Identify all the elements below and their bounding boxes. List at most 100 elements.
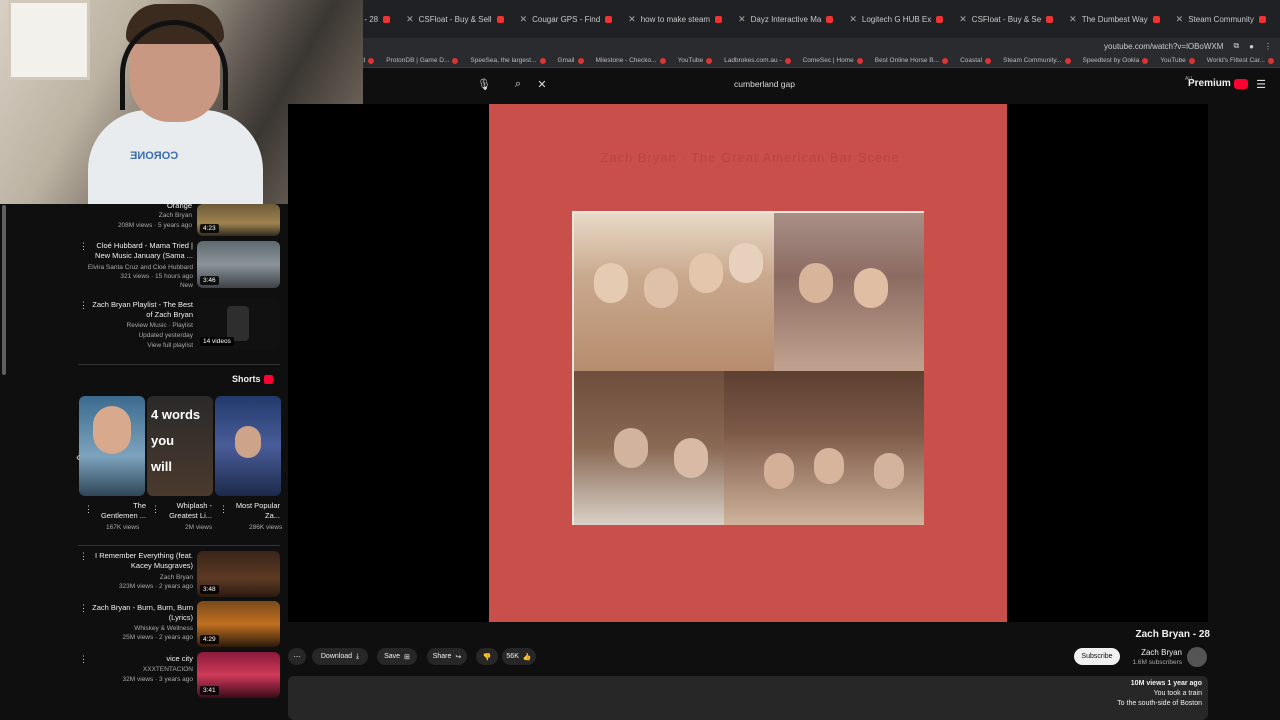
short-title[interactable]: Most Popular Za... bbox=[230, 501, 280, 521]
video-thumbnail[interactable]: 3:46 bbox=[197, 241, 280, 288]
more-options-icon[interactable]: ⋮ bbox=[84, 504, 93, 515]
close-tab-icon[interactable]: ✕ bbox=[1069, 14, 1077, 25]
search-input[interactable]: cumberland gap bbox=[565, 75, 805, 93]
close-tab-icon[interactable]: ✕ bbox=[406, 14, 414, 25]
tab-label: Dayz Interactive Ma bbox=[750, 14, 822, 24]
playlist-thumbnail[interactable]: 14 videos bbox=[197, 298, 280, 349]
channel-name[interactable]: Zach Bryan bbox=[100, 211, 192, 220]
bookmark-favicon-icon bbox=[1142, 57, 1149, 64]
subscribe-button[interactable]: Subscribe bbox=[1074, 648, 1120, 665]
bookmark-item[interactable]: ProtonDB | Game D... bbox=[386, 57, 459, 64]
more-options-icon[interactable]: ⋮ bbox=[219, 504, 228, 515]
channel-name[interactable]: XXXTENTACION bbox=[92, 665, 193, 674]
channel-name[interactable]: Review Music · Playlist bbox=[92, 321, 193, 330]
video-title[interactable]: vice city bbox=[92, 654, 193, 664]
extensions-icon[interactable]: ⧉ bbox=[1233, 41, 1239, 51]
close-tab-icon[interactable]: ✕ bbox=[1176, 14, 1184, 25]
browser-tab-bar: Steam Community ✕ The Dumbest Way ✕ CSFloat … bbox=[363, 0, 1280, 38]
close-tab-icon[interactable]: ✕ bbox=[628, 14, 636, 25]
playlist-title[interactable]: Zach Bryan Playlist - The Best of Zach B… bbox=[92, 300, 193, 320]
close-tab-icon[interactable]: ✕ bbox=[849, 14, 857, 25]
browser-tab[interactable]: The Dumbest Way ✕ bbox=[1063, 7, 1166, 31]
bookmark-label: YouTube bbox=[677, 57, 704, 64]
bookmark-label: Ladbrokes.com.au - bbox=[724, 57, 782, 64]
short-thumbnail[interactable] bbox=[79, 396, 145, 496]
short-thumbnail[interactable] bbox=[215, 396, 281, 496]
video-meta: 208M views · 5 years ago bbox=[117, 222, 192, 229]
browser-tab[interactable]: how to make steam ✕ bbox=[622, 7, 728, 31]
bookmark-item[interactable]: Gmail bbox=[558, 57, 584, 64]
video-title[interactable]: I Remember Everything (feat. Kacey Musgr… bbox=[92, 551, 193, 571]
close-tab-icon[interactable]: ✕ bbox=[959, 14, 967, 25]
search-icon[interactable]: ⌕ bbox=[511, 77, 525, 91]
browser-tab[interactable]: CSFloat - Buy & Sell ✕ bbox=[400, 7, 509, 31]
bookmark-favicon-icon bbox=[659, 57, 666, 64]
address-text[interactable]: youtube.com/watch?v=lOBoWXM bbox=[1104, 42, 1223, 51]
close-tab-icon[interactable]: ✕ bbox=[738, 14, 746, 25]
browser-tab[interactable]: CSFloat - Buy & Se ✕ bbox=[953, 7, 1059, 31]
bookmark-item[interactable]: Coastal bbox=[960, 57, 992, 64]
more-actions-button[interactable]: ⋯ bbox=[288, 648, 306, 665]
video-thumbnail[interactable]: 4:23 bbox=[197, 204, 280, 236]
channel-name[interactable]: Zach Bryan bbox=[92, 573, 193, 582]
video-title[interactable]: Orange bbox=[100, 201, 192, 211]
tab-favicon-icon bbox=[383, 15, 391, 23]
video-title[interactable]: Zach Bryan - Burn, Burn, Burn (Lyrics) bbox=[92, 603, 193, 623]
tab-label: Logitech G HUB Ex bbox=[861, 14, 932, 24]
like-button[interactable]: 56K 👍 bbox=[502, 648, 536, 665]
channel-name[interactable]: Elvira Santa Cruz and Cloé Hubbard bbox=[86, 263, 193, 272]
more-options-icon[interactable]: ⋮ bbox=[151, 504, 160, 515]
bookmark-item[interactable]: Best Online Horse B... bbox=[875, 57, 949, 64]
browser-tab[interactable]: Dayz Interactive Ma ✕ bbox=[732, 7, 839, 31]
save-button[interactable]: Save ⊞ bbox=[377, 648, 417, 665]
hamburger-menu-icon[interactable]: ☰ bbox=[1254, 77, 1268, 91]
browser-tab[interactable]: Logitech G HUB Ex ✕ bbox=[843, 7, 949, 31]
duration-badge: 3:46 bbox=[200, 276, 219, 285]
browser-tab[interactable]: Steam Community ✕ bbox=[1170, 7, 1272, 31]
browser-tab[interactable]: Cougar GPS - Find ✕ bbox=[514, 7, 619, 31]
more-options-icon[interactable]: ⋮ bbox=[79, 300, 88, 311]
bookmark-item[interactable]: Milestone - Checko... bbox=[596, 57, 666, 64]
short-title[interactable]: Whiplash - Greatest Li... bbox=[162, 501, 212, 521]
channel-name-main[interactable]: Zach Bryan bbox=[1134, 648, 1182, 657]
bookmark-item[interactable]: YouTube bbox=[1160, 57, 1195, 64]
scrollbar-thumb[interactable] bbox=[2, 205, 6, 375]
bookmark-item[interactable]: Steam Community... bbox=[1003, 57, 1071, 64]
browser-tab[interactable]: Zach Bryan - 28✕ bbox=[363, 7, 396, 31]
bookmark-item[interactable]: SpeeSea, the largest... bbox=[470, 57, 546, 64]
more-options-icon[interactable]: ⋮ bbox=[79, 551, 88, 562]
close-tab-icon[interactable]: ✕ bbox=[520, 14, 528, 25]
short-thumbnail[interactable]: 4 words you will bbox=[147, 396, 213, 496]
more-options-icon[interactable]: ⋮ bbox=[79, 241, 88, 252]
bookmark-item[interactable]: YouTube bbox=[678, 57, 713, 64]
channel-avatar[interactable] bbox=[1187, 647, 1207, 667]
tab-favicon-icon bbox=[826, 15, 834, 23]
youtube-premium-logo[interactable]: Premium bbox=[1188, 78, 1248, 89]
microphone-icon[interactable]: 🎙 bbox=[477, 77, 491, 91]
video-thumbnail[interactable]: 4:29 bbox=[197, 601, 280, 647]
bookmark-item[interactable]: Ladbrokes.com.au - bbox=[724, 57, 791, 64]
description-box[interactable] bbox=[288, 676, 1208, 720]
browser-address-bar[interactable]: ⋮ ● ⧉ youtube.com/watch?v=lOBoWXM bbox=[363, 38, 1280, 54]
bookmark-item[interactable]: World's Fittest Car... bbox=[1207, 57, 1274, 64]
dislike-button[interactable]: 👎 bbox=[476, 648, 498, 665]
profile-icon[interactable]: ● bbox=[1249, 42, 1254, 51]
more-options-icon[interactable]: ⋮ bbox=[79, 654, 88, 665]
bookmark-item[interactable]: ComeSec | Home bbox=[803, 57, 863, 64]
short-title[interactable]: The Gentlemen ... bbox=[98, 501, 146, 521]
bookmark-item[interactable]: Dashboard bbox=[363, 57, 375, 64]
more-options-icon[interactable]: ⋮ bbox=[79, 603, 88, 614]
video-title[interactable]: Cloé Hubbard - Mama Tried | New Music Ja… bbox=[92, 241, 193, 261]
bookmark-item[interactable]: Speedtest by Ookla bbox=[1083, 57, 1149, 64]
video-thumbnail[interactable]: 3:41 bbox=[197, 652, 280, 698]
video-title-main: Zach Bryan - 28 bbox=[1135, 629, 1210, 640]
channel-name[interactable]: Whiskey & Wellness bbox=[92, 624, 193, 633]
playlist-count-badge: 14 videos bbox=[200, 337, 234, 346]
share-button[interactable]: Share ↪ bbox=[427, 648, 467, 665]
chevron-left-icon[interactable]: ‹ bbox=[76, 450, 80, 464]
clear-search-icon[interactable]: ✕ bbox=[535, 77, 549, 91]
video-thumbnail[interactable]: 3:48 bbox=[197, 551, 280, 597]
view-full-playlist-link[interactable]: View full playlist bbox=[92, 341, 193, 350]
download-button[interactable]: Download ⤓ bbox=[312, 648, 368, 665]
menu-dots-icon[interactable]: ⋮ bbox=[1264, 42, 1272, 51]
